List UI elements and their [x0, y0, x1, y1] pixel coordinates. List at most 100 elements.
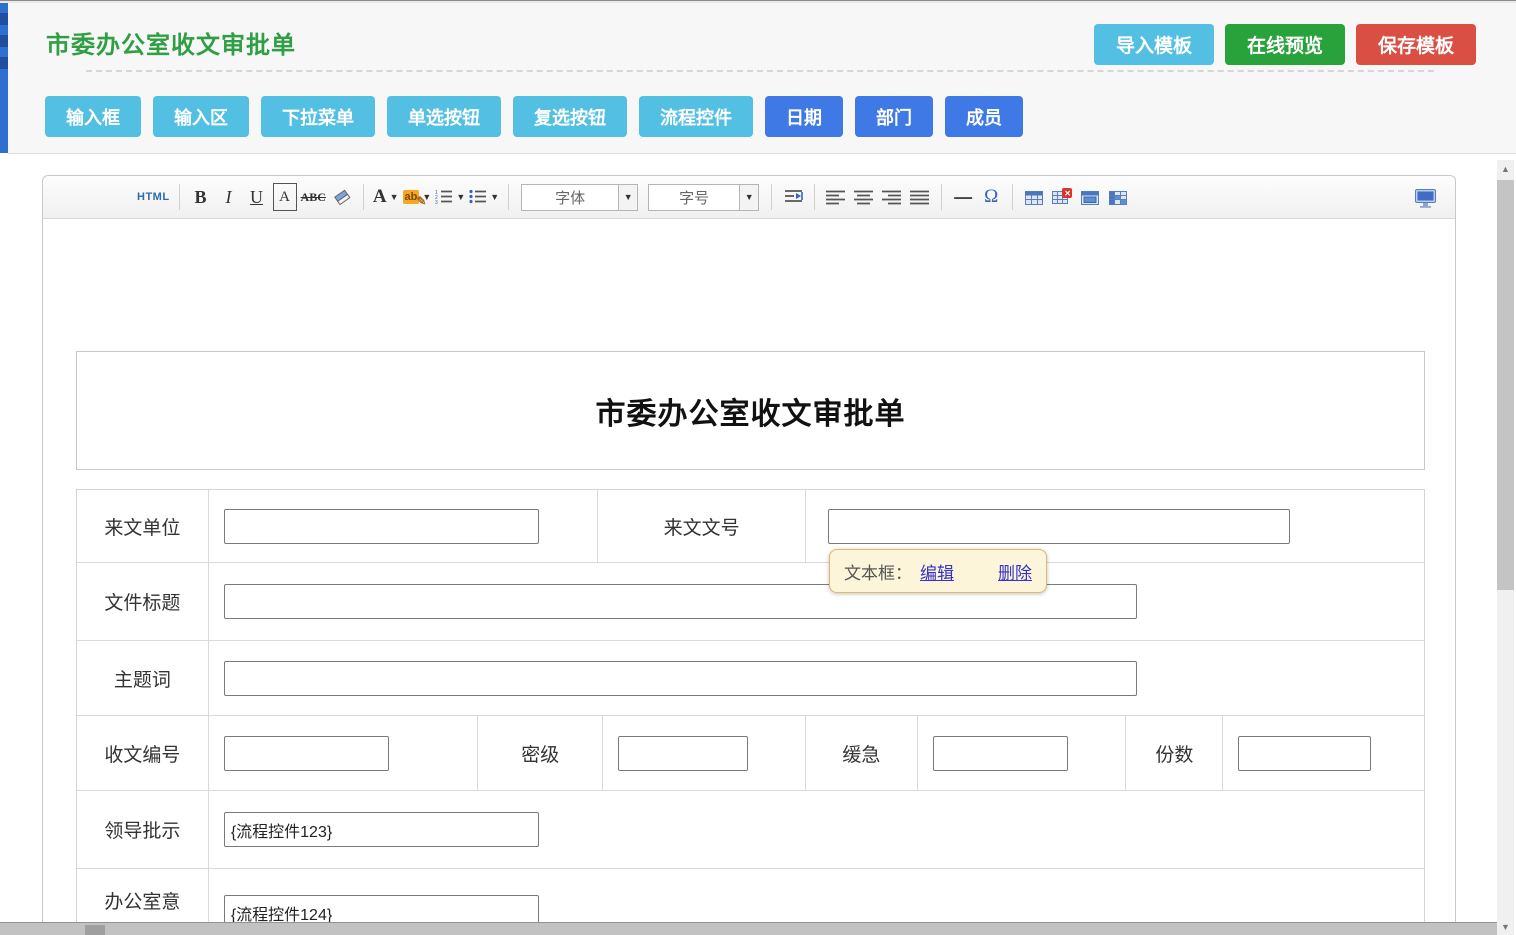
chevron-down-icon: ▼ [618, 185, 637, 210]
scroll-up-arrow-icon[interactable]: ▲ [1497, 160, 1514, 177]
cell-label: 收文编号 [77, 716, 209, 790]
eraser-icon[interactable] [330, 183, 354, 211]
tooltip-label: 文本框： [844, 559, 912, 584]
align-justify-icon[interactable] [908, 183, 932, 211]
security-level-input[interactable] [618, 736, 748, 771]
add-department-button[interactable]: 部门 [855, 96, 933, 137]
header-divider [86, 70, 1434, 72]
cell-label: 份数 [1126, 716, 1223, 790]
toolbar-separator [771, 184, 772, 210]
control-buttons-row: 输入框 输入区 下拉菜单 单选按钮 复选按钮 流程控件 日期 部门 成员 [45, 96, 1023, 137]
add-date-button[interactable]: 日期 [765, 96, 843, 137]
add-flow-control-button[interactable]: 流程控件 [639, 96, 753, 137]
edit-link[interactable]: 编辑 [920, 559, 954, 584]
svg-text:✕: ✕ [1064, 189, 1071, 198]
bold-icon[interactable]: B [189, 183, 213, 211]
font-size-select[interactable]: 字号 ▼ [648, 184, 759, 211]
table-properties-icon[interactable] [1078, 183, 1102, 211]
add-input-box-button[interactable]: 输入框 [45, 96, 141, 137]
table-row: 主题词 [77, 641, 1424, 716]
add-textarea-button[interactable]: 输入区 [153, 96, 249, 137]
subject-words-input[interactable] [224, 661, 1137, 696]
table-row: 领导批示 [77, 791, 1424, 869]
cell-input [209, 716, 479, 790]
rich-text-editor: HTML B I U A ABC A▼ ab✎▼ 123 ▼ ▼ 字体 [42, 175, 1456, 935]
cell-label: 主题词 [77, 641, 209, 715]
chevron-down-icon: ▼ [739, 185, 758, 210]
app-window: 市委办公室收文审批单 导入模板 在线预览 保存模板 输入框 输入区 下拉菜单 单… [0, 0, 1516, 935]
insert-table-icon[interactable] [1022, 183, 1046, 211]
unordered-list-icon[interactable]: ▼ [469, 183, 499, 211]
char-style-icon[interactable]: A [273, 183, 297, 211]
cell-input [209, 563, 1424, 640]
online-preview-button[interactable]: 在线预览 [1225, 24, 1345, 65]
cell-input [209, 490, 598, 562]
italic-icon[interactable]: I [217, 183, 241, 211]
template-actions: 导入模板 在线预览 保存模板 [1094, 24, 1476, 65]
toolbar-separator [814, 184, 815, 210]
control-tooltip: 文本框： 编辑 删除 [829, 549, 1047, 593]
add-checkbox-button[interactable]: 复选按钮 [513, 96, 627, 137]
import-template-button[interactable]: 导入模板 [1094, 24, 1214, 65]
receipt-number-input[interactable] [224, 736, 389, 771]
toolbar-separator [179, 184, 180, 210]
pencil-icon: ✎ [416, 194, 426, 208]
add-radio-button[interactable]: 单选按钮 [387, 96, 501, 137]
urgency-input[interactable] [933, 736, 1068, 771]
underline-icon[interactable]: U [245, 183, 269, 211]
background-window-strip [0, 3, 8, 153]
cell-input [918, 716, 1127, 790]
editor-toolbar: HTML B I U A ABC A▼ ab✎▼ 123 ▼ ▼ 字体 [43, 176, 1455, 219]
delete-table-icon[interactable]: ✕ [1050, 183, 1074, 211]
strikethrough-icon[interactable]: ABC [301, 183, 326, 211]
cell-input [209, 791, 1424, 868]
form-table: 来文单位 来文文号 文件标题 [76, 489, 1425, 935]
chevron-down-icon: ▼ [390, 192, 399, 202]
copies-input[interactable] [1238, 736, 1371, 771]
cell-label: 领导批示 [77, 791, 209, 868]
add-dropdown-button[interactable]: 下拉菜单 [261, 96, 375, 137]
scrollbar-thumb[interactable] [1497, 180, 1514, 590]
page-title: 市委办公室收文审批单 [46, 25, 296, 60]
delete-link[interactable]: 删除 [998, 559, 1032, 584]
chevron-down-icon: ▼ [490, 192, 499, 202]
cell-input [1223, 716, 1424, 790]
cell-properties-icon[interactable] [1106, 183, 1130, 211]
ordered-list-icon[interactable]: 123 ▼ [435, 183, 465, 211]
chevron-down-icon: ▼ [456, 192, 465, 202]
incoming-doc-number-input[interactable] [828, 509, 1290, 544]
html-source-icon[interactable]: HTML [137, 183, 170, 211]
save-template-button[interactable]: 保存模板 [1356, 24, 1476, 65]
highlight-color-icon[interactable]: ab✎▼ [403, 183, 432, 211]
toolbar-separator [363, 184, 364, 210]
scroll-down-arrow-icon[interactable]: ▼ [1497, 918, 1514, 935]
table-row: 收文编号 密级 缓急 份数 [77, 716, 1424, 791]
toolbar-separator [1012, 184, 1013, 210]
header: 市委办公室收文审批单 导入模板 在线预览 保存模板 输入框 输入区 下拉菜单 单… [8, 3, 1516, 154]
editor-content[interactable]: 市委办公室收文审批单 来文单位 来文文号 文件标题 [43, 219, 1455, 935]
vertical-scrollbar[interactable]: ▲ ▼ [1497, 160, 1514, 935]
toolbar-separator [941, 184, 942, 210]
cell-label: 缓急 [806, 716, 918, 790]
align-center-icon[interactable] [852, 183, 876, 211]
svg-text:3: 3 [435, 200, 438, 205]
incoming-unit-input[interactable] [224, 509, 539, 544]
add-member-button[interactable]: 成员 [945, 96, 1023, 137]
indent-icon[interactable] [781, 183, 805, 211]
horizontal-rule-icon[interactable]: — [951, 183, 975, 211]
cell-label: 密级 [478, 716, 603, 790]
cell-label: 来文单位 [77, 490, 209, 562]
window-bottom-edge [0, 922, 1497, 935]
leader-instructions-input[interactable] [224, 812, 539, 847]
cell-label: 文件标题 [77, 563, 209, 640]
fullscreen-icon[interactable] [1413, 184, 1437, 212]
align-left-icon[interactable] [824, 183, 848, 211]
align-right-icon[interactable] [880, 183, 904, 211]
font-color-icon[interactable]: A▼ [373, 183, 399, 211]
table-row: 来文单位 来文文号 [77, 490, 1424, 563]
table-row: 文件标题 [77, 563, 1424, 641]
special-character-icon[interactable]: Ω [979, 183, 1003, 211]
font-family-select[interactable]: 字体 ▼ [521, 184, 638, 211]
form-title-box: 市委办公室收文审批单 [76, 351, 1425, 470]
cell-input [603, 716, 806, 790]
